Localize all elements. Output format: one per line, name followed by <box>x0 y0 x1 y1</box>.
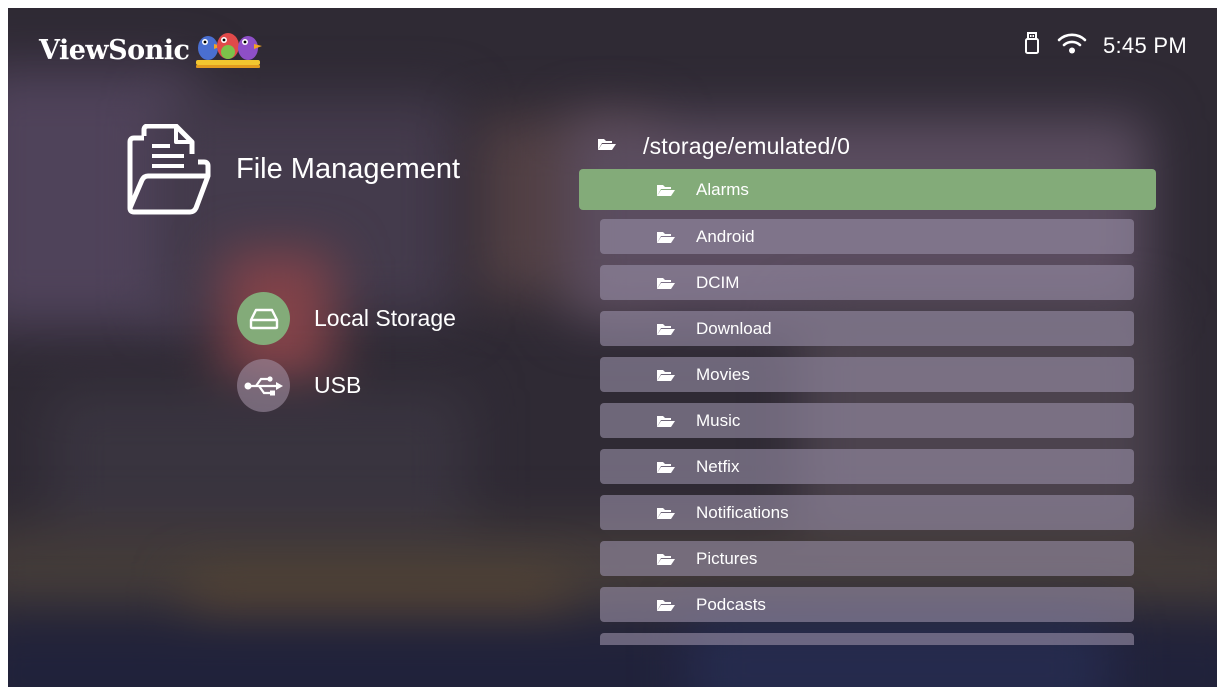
folder-icon <box>656 369 676 387</box>
hard-drive-icon <box>237 292 290 345</box>
folder-document-icon <box>122 123 212 221</box>
folder-name: Pictures <box>696 548 758 568</box>
folder-name: Android <box>696 226 755 246</box>
folder-icon <box>656 553 676 571</box>
folder-open-icon <box>597 137 617 156</box>
status-bar: 5:45 PM <box>1024 32 1187 59</box>
folder-name: Download <box>696 318 772 338</box>
usb-drive-icon <box>1024 32 1039 59</box>
folder-icon <box>656 323 676 341</box>
page-title: File Management <box>236 153 461 185</box>
folder-icon <box>656 415 676 433</box>
source-label: USB <box>314 372 362 398</box>
brand-name: ViewSonic <box>39 34 190 66</box>
tv-screen: ViewSonic 5:45 PM File Management Local … <box>8 8 1217 687</box>
folder-name: Netfix <box>696 456 740 476</box>
folder-name: DCIM <box>696 272 740 292</box>
wifi-icon <box>1057 32 1087 59</box>
brand-logo: ViewSonic <box>39 26 264 74</box>
current-path: /storage/emulated/0 <box>597 133 850 160</box>
folder-item[interactable]: Pictures <box>600 541 1134 576</box>
folder-list: Alarms Android DCIM Download Movies Music Netf… <box>579 169 1164 645</box>
folder-item[interactable] <box>600 633 1134 645</box>
folder-item[interactable]: Notifications <box>600 495 1134 530</box>
folder-name: Movies <box>696 364 750 384</box>
folder-name: Alarms <box>696 179 749 199</box>
folder-item[interactable]: Download <box>600 311 1134 346</box>
folder-icon <box>656 507 676 525</box>
folder-item[interactable]: Android <box>600 219 1134 254</box>
folder-item[interactable]: Alarms <box>579 169 1156 210</box>
source-usb[interactable]: USB <box>237 359 361 412</box>
clock: 5:45 PM <box>1102 32 1187 58</box>
folder-icon <box>656 277 676 295</box>
source-local-storage[interactable]: Local Storage <box>237 292 456 345</box>
source-label: Local Storage <box>314 305 456 331</box>
three-birds-logo-icon <box>194 28 264 73</box>
folder-icon <box>656 184 676 202</box>
folder-item[interactable]: Podcasts <box>600 587 1134 622</box>
folder-item[interactable]: Music <box>600 403 1134 438</box>
folder-name: Music <box>696 410 741 430</box>
folder-item[interactable]: Movies <box>600 357 1134 392</box>
folder-item[interactable]: Netfix <box>600 449 1134 484</box>
path-text: /storage/emulated/0 <box>643 133 851 159</box>
usb-symbol-icon <box>237 359 290 412</box>
folder-name: Notifications <box>696 502 789 522</box>
folder-name: Podcasts <box>696 594 766 614</box>
folder-icon <box>656 231 676 249</box>
folder-icon <box>656 599 676 617</box>
folder-icon <box>656 461 676 479</box>
folder-item[interactable]: DCIM <box>600 265 1134 300</box>
